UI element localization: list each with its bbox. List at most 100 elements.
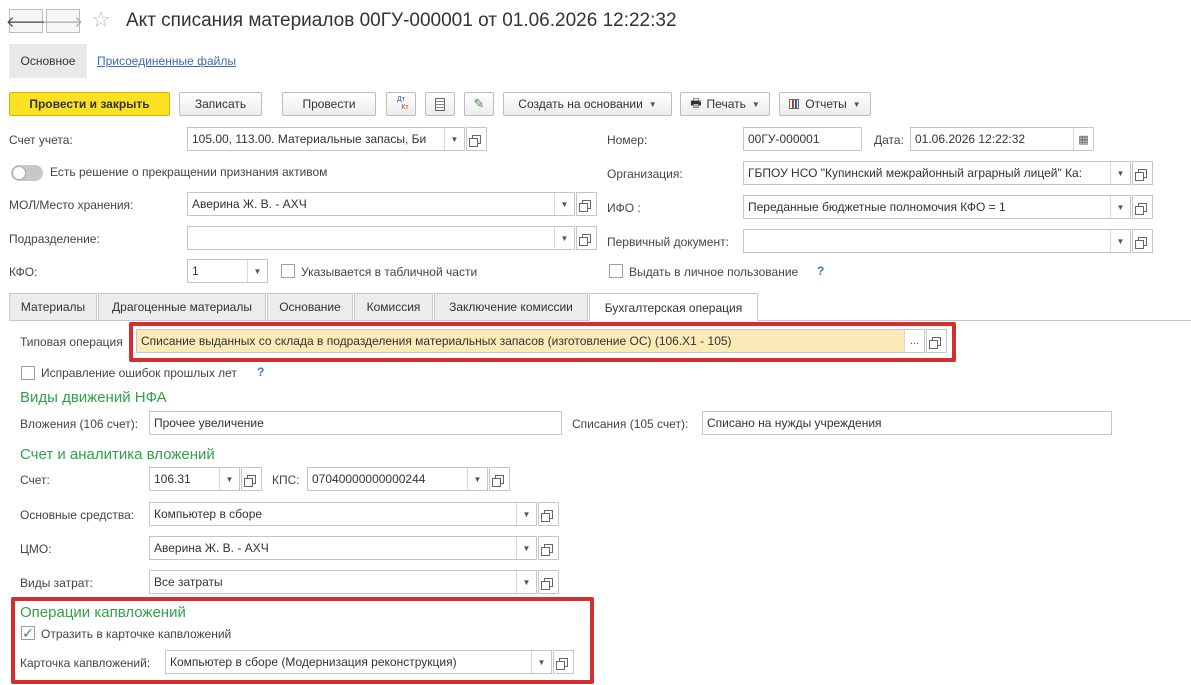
post-button[interactable]: Провести bbox=[282, 92, 376, 116]
open-form-icon bbox=[469, 134, 481, 147]
nfa-section-title: Виды движений НФА bbox=[20, 389, 167, 406]
chevron-down-icon[interactable]: ▼ bbox=[467, 468, 487, 490]
acc-label: Счет: bbox=[20, 473, 50, 487]
tab-commission[interactable]: Комиссия bbox=[354, 293, 433, 320]
help-icon[interactable]: ? bbox=[257, 365, 264, 379]
kfo-table-label: Указывается в табличной части bbox=[301, 265, 478, 279]
open-form-icon bbox=[556, 657, 568, 670]
org-label: Организация: bbox=[607, 167, 683, 181]
chevron-down-icon[interactable]: ▼ bbox=[516, 537, 536, 559]
chevron-down-icon[interactable]: ▼ bbox=[531, 651, 551, 673]
date-field[interactable]: 01.06.2026 12:22:32 ▦ bbox=[910, 127, 1094, 151]
create-based-on-button[interactable]: Создать на основании ▼ bbox=[503, 92, 672, 116]
tab-commission-conclusion[interactable]: Заключение комиссии bbox=[434, 293, 588, 320]
typical-operation-open-button[interactable] bbox=[926, 329, 947, 353]
org-open-button[interactable] bbox=[1132, 161, 1153, 185]
invest-label: Вложения (106 счет): bbox=[20, 417, 139, 431]
tab-attached-files[interactable]: Присоединенные файлы bbox=[97, 54, 236, 68]
typical-operation-field[interactable]: Списание выданных со склада в подразделе… bbox=[136, 329, 925, 353]
capex-card-open-button[interactable] bbox=[553, 650, 574, 674]
primary-doc-field[interactable]: ▼ bbox=[743, 229, 1131, 253]
chevron-down-icon[interactable]: ▼ bbox=[444, 128, 464, 150]
kps-open-button[interactable] bbox=[489, 467, 510, 491]
writeoff-field[interactable]: Списано на нужды учреждения bbox=[702, 411, 1112, 435]
number-label: Номер: bbox=[607, 133, 648, 147]
reports-button[interactable]: Отчеты ▼ bbox=[779, 92, 871, 116]
os-field[interactable]: Компьютер в сборе ▼ bbox=[149, 502, 537, 526]
open-form-icon bbox=[1135, 202, 1147, 215]
costs-field[interactable]: Все затраты ▼ bbox=[149, 570, 537, 594]
chevron-down-icon: ▼ bbox=[852, 99, 861, 109]
kfo-field[interactable]: 1 ▼ bbox=[187, 259, 268, 283]
open-form-icon bbox=[1135, 236, 1147, 249]
chevron-down-icon[interactable]: ▼ bbox=[1110, 196, 1130, 218]
ifo-open-button[interactable] bbox=[1132, 195, 1153, 219]
ifo-field[interactable]: Переданные бюджетные полномочия КФО = 1 … bbox=[743, 195, 1131, 219]
chevron-down-icon[interactable]: ▼ bbox=[516, 571, 536, 593]
account-field[interactable]: 105.00, 113.00. Материальные запасы, Би … bbox=[187, 127, 465, 151]
chevron-down-icon[interactable]: ▼ bbox=[247, 260, 267, 282]
tab-materials[interactable]: Материалы bbox=[9, 293, 97, 320]
tab-precious-materials[interactable]: Драгоценные материалы bbox=[98, 293, 266, 320]
mol-field[interactable]: Аверина Ж. В. - АХЧ ▼ bbox=[187, 192, 575, 216]
document-list-icon bbox=[435, 97, 445, 111]
division-open-button[interactable] bbox=[576, 226, 597, 250]
chevron-down-icon: ▼ bbox=[751, 99, 760, 109]
help-icon[interactable]: ? bbox=[817, 264, 824, 278]
open-form-icon bbox=[492, 474, 504, 487]
chevron-down-icon[interactable]: ▼ bbox=[219, 468, 239, 490]
chevron-down-icon[interactable]: ▼ bbox=[516, 503, 536, 525]
kfo-label: КФО: bbox=[9, 265, 38, 279]
chevron-down-icon[interactable]: ▼ bbox=[1110, 162, 1130, 184]
fix-errors-checkbox[interactable] bbox=[21, 366, 35, 380]
costs-open-button[interactable] bbox=[538, 570, 559, 594]
tab-basis[interactable]: Основание bbox=[267, 293, 353, 320]
typical-operation-label: Типовая операция bbox=[20, 335, 123, 349]
kps-field[interactable]: 07040000000000244 ▼ bbox=[307, 467, 488, 491]
chevron-down-icon[interactable]: ▼ bbox=[554, 193, 574, 215]
mol-open-button[interactable] bbox=[576, 192, 597, 216]
cmo-open-button[interactable] bbox=[538, 536, 559, 560]
personal-use-checkbox[interactable] bbox=[609, 264, 623, 278]
dt-kt-button[interactable]: Дт Кт bbox=[386, 92, 416, 116]
number-field[interactable]: 00ГУ-000001 bbox=[743, 127, 862, 151]
star-icon[interactable]: ☆ bbox=[91, 7, 111, 33]
calendar-icon[interactable]: ▦ bbox=[1073, 128, 1093, 150]
costs-label: Виды затрат: bbox=[20, 576, 93, 590]
reflect-capex-checkbox[interactable] bbox=[21, 626, 35, 640]
open-form-icon bbox=[541, 543, 553, 556]
decision-toggle[interactable] bbox=[11, 165, 43, 181]
invest-field[interactable]: Прочее увеличение bbox=[149, 411, 562, 435]
os-open-button[interactable] bbox=[538, 502, 559, 526]
open-form-icon bbox=[579, 233, 591, 246]
account-open-button[interactable] bbox=[466, 127, 487, 151]
print-button[interactable]: 🖶 Печать ▼ bbox=[680, 92, 770, 116]
acc-open-button[interactable] bbox=[241, 467, 262, 491]
write-button[interactable]: Записать bbox=[179, 92, 262, 116]
mol-label: МОЛ/Место хранения: bbox=[9, 198, 134, 212]
org-field[interactable]: ГБПОУ НСО "Купинский межрайонный аграрны… bbox=[743, 161, 1131, 185]
arrow-right-icon: 🡒 bbox=[42, 13, 84, 31]
ellipsis-button[interactable]: ... bbox=[904, 330, 924, 352]
kfo-table-checkbox[interactable] bbox=[281, 264, 295, 278]
cmo-field[interactable]: Аверина Ж. В. - АХЧ ▼ bbox=[149, 536, 537, 560]
tab-main[interactable]: Основное bbox=[9, 44, 87, 78]
tab-accounting-operation[interactable]: Бухгалтерская операция bbox=[589, 293, 758, 321]
forward-button[interactable]: 🡒 bbox=[42, 9, 84, 33]
acc-field[interactable]: 106.31 ▼ bbox=[149, 467, 240, 491]
capex-card-label: Карточка капвложений: bbox=[20, 656, 151, 670]
capex-card-field[interactable]: Компьютер в сборе (Модернизация реконстр… bbox=[165, 650, 552, 674]
chevron-down-icon: ▼ bbox=[648, 99, 657, 109]
chevron-down-icon[interactable]: ▼ bbox=[1110, 230, 1130, 252]
post-and-close-button[interactable]: Провести и закрыть bbox=[9, 92, 170, 116]
division-field[interactable]: ▼ bbox=[187, 226, 575, 250]
edit-clock-button[interactable]: ✎ bbox=[464, 92, 494, 116]
primary-doc-open-button[interactable] bbox=[1132, 229, 1153, 253]
pen-clock-icon: ✎ bbox=[473, 96, 485, 111]
list-button[interactable] bbox=[425, 92, 455, 116]
chevron-down-icon[interactable]: ▼ bbox=[554, 227, 574, 249]
writeoff-label: Списания (105 счет): bbox=[572, 417, 689, 431]
primary-doc-label: Первичный документ: bbox=[607, 235, 729, 249]
back-button[interactable]: 🡐 bbox=[6, 9, 46, 33]
printer-icon: 🖶 bbox=[690, 95, 702, 110]
